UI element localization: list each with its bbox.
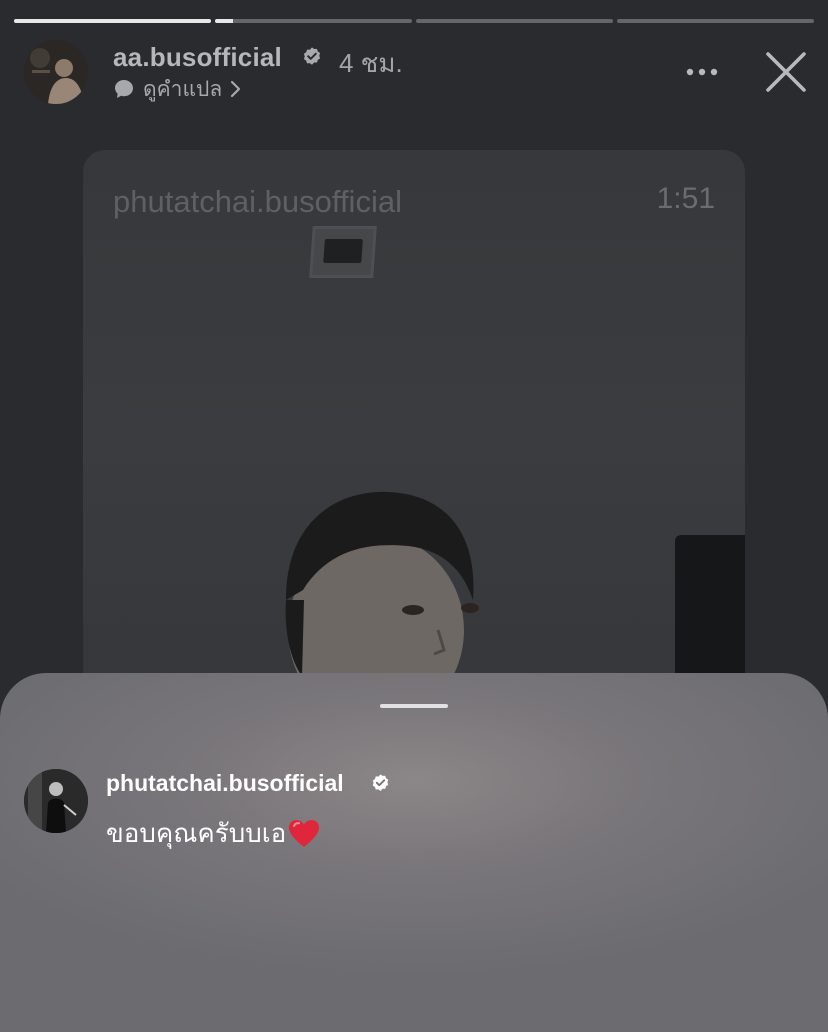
verified-badge-icon [303, 47, 321, 65]
more-icon [686, 68, 718, 76]
chevron-right-icon [231, 80, 241, 98]
progress-segment [617, 19, 814, 23]
story-progress-bar [14, 19, 814, 23]
progress-segment [215, 19, 412, 23]
reply-author-username[interactable]: phutatchai.busofficial [106, 770, 344, 797]
progress-fill [215, 19, 233, 23]
video-ceiling-light [309, 226, 377, 278]
reply-message: ขอบคุณครับบเอ [106, 813, 320, 854]
more-options-button[interactable] [684, 54, 720, 90]
story-header: aa.busofficial 4 ชม. ดูคำแปล [24, 40, 808, 104]
close-button[interactable] [764, 50, 808, 94]
author-username[interactable]: aa.busofficial [113, 42, 282, 73]
reply-bottom-sheet: phutatchai.busofficial ขอบคุณครับบเอ [0, 673, 828, 1032]
verified-badge-icon [372, 774, 389, 791]
sheet-drag-handle[interactable] [380, 704, 448, 708]
post-time: 4 ชม. [339, 48, 403, 78]
close-icon [766, 52, 806, 92]
video-background-object [675, 535, 745, 695]
see-translation-link[interactable]: ดูคำแปล [113, 76, 242, 102]
speech-bubble-icon [115, 80, 133, 98]
progress-segment [416, 19, 613, 23]
avatar-photo [24, 40, 88, 104]
reply-avatar-photo [24, 769, 88, 833]
video-username: phutatchai.busofficial [113, 184, 402, 219]
author-avatar[interactable] [24, 40, 88, 104]
shared-video-card[interactable]: phutatchai.busofficial 1:51 [83, 150, 745, 710]
heart-icon [289, 819, 320, 847]
see-translation-label: ดูคำแปล [143, 77, 223, 101]
video-duration: 1:51 [656, 182, 715, 215]
reply-message-text: ขอบคุณครับบเอ [106, 818, 287, 848]
progress-segment [14, 19, 211, 23]
reply-author-avatar[interactable] [24, 769, 88, 833]
progress-fill [14, 19, 211, 23]
